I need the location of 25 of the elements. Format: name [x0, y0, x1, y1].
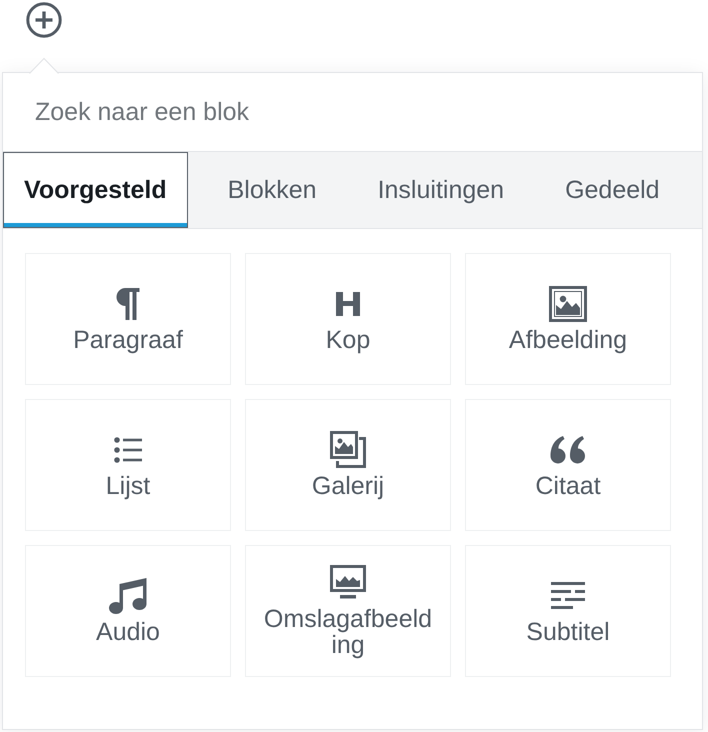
block-button[interactable]: Paragraaf	[25, 253, 231, 385]
music-note-icon	[109, 578, 147, 614]
plus-circle-icon	[26, 2, 62, 38]
block-button[interactable]: Kop	[245, 253, 451, 385]
add-block-button[interactable]	[26, 2, 62, 38]
tab[interactable]: Blokken	[206, 152, 338, 228]
image-stack-icon	[330, 431, 366, 468]
heading-icon	[336, 292, 360, 316]
tab[interactable]: Insluitingen	[356, 152, 526, 228]
search-field[interactable]: Zoek naar een blok	[3, 73, 702, 151]
block-button[interactable]: Citaat	[465, 399, 671, 531]
quote-icon	[550, 436, 586, 464]
pilcrow-icon	[116, 288, 140, 320]
block-button[interactable]: Afbeelding	[465, 253, 671, 385]
block-button[interactable]: Lijst	[25, 399, 231, 531]
bulleted-list-icon	[114, 436, 142, 462]
block-button[interactable]: Omslagafbeelding	[245, 545, 451, 677]
tab[interactable]: Voorgesteld	[3, 152, 188, 228]
block-button[interactable]: Galerij	[245, 399, 451, 531]
framed-image-icon	[330, 564, 366, 600]
image-icon	[549, 286, 587, 322]
block-button[interactable]: Subtitel	[465, 545, 671, 677]
tab[interactable]: Gedeeld	[544, 152, 681, 228]
block-button[interactable]: Audio	[25, 545, 231, 677]
text-lines-icon	[551, 582, 585, 610]
